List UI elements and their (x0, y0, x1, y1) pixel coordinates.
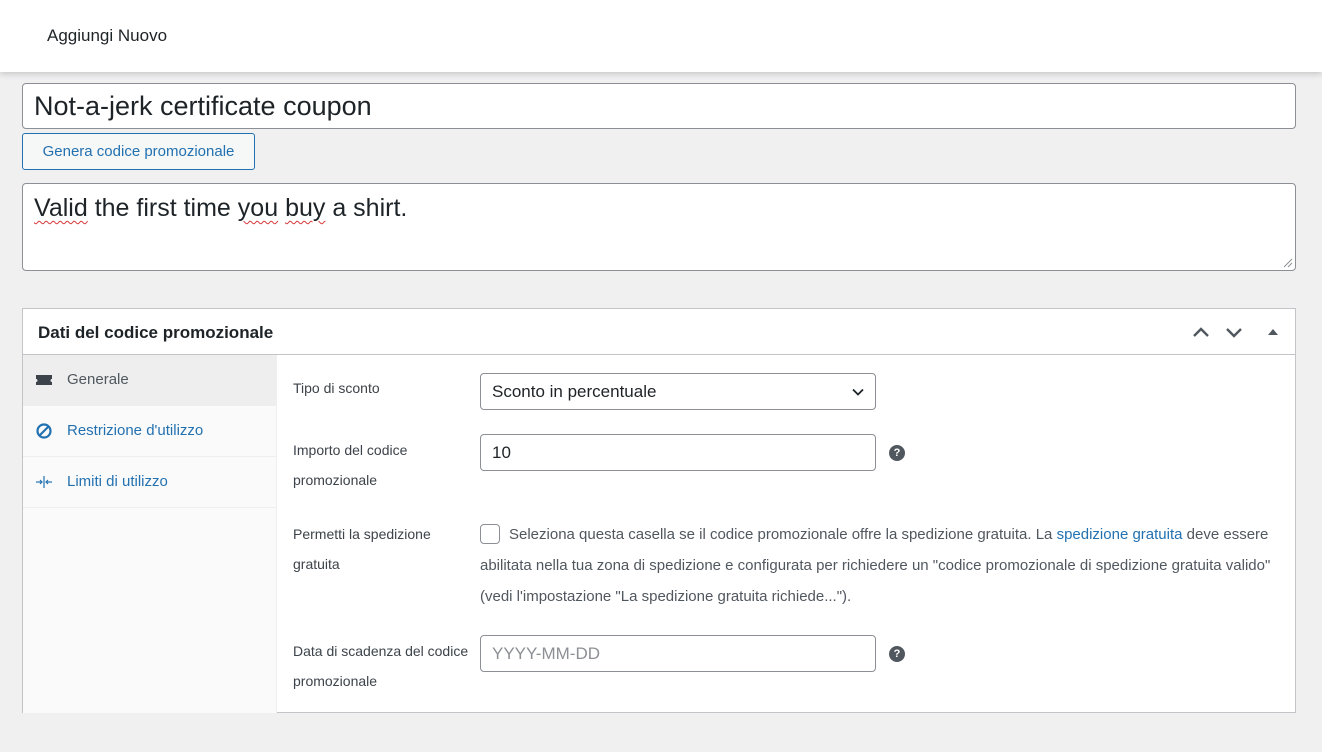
description-word: you (237, 194, 279, 222)
move-up-icon[interactable] (1190, 321, 1212, 343)
limits-icon (36, 476, 52, 488)
coupon-tabs: Generale Restrizione d'utilizzo Limiti d… (23, 355, 277, 713)
free-shipping-desc-text: Seleziona questa casella se il codice pr… (509, 526, 1057, 543)
tab-label: Limiti di utilizzo (67, 473, 168, 490)
help-icon[interactable]: ? (889, 445, 905, 461)
ticket-icon (36, 375, 52, 385)
block-icon (36, 423, 52, 439)
free-shipping-label: Permetti la spedizione (293, 526, 431, 542)
tab-label: Generale (67, 371, 129, 388)
description-text: the first time (87, 194, 238, 222)
panel-header: Dati del codice promozionale (23, 309, 1295, 355)
amount-label-cont: promozionale (293, 472, 378, 488)
tab-usage-limits[interactable]: Limiti di utilizzo (23, 457, 276, 508)
discount-type-select[interactable]: Sconto in percentuale (480, 373, 876, 410)
coupon-amount-input[interactable] (480, 434, 876, 471)
general-fields: Tipo di sconto Sconto in percentuale Imp… (278, 355, 1295, 712)
move-down-icon[interactable] (1223, 321, 1245, 343)
top-bar: Aggiungi Nuovo (0, 0, 1322, 72)
description-word: buy (285, 194, 326, 222)
expiry-date-label: Data di scadenza del codice (293, 643, 469, 659)
tab-general[interactable]: Generale (23, 355, 276, 406)
tab-label: Restrizione d'utilizzo (67, 422, 204, 439)
description-text: a shirt. (325, 194, 408, 222)
free-shipping-link[interactable]: spedizione gratuita (1057, 526, 1183, 543)
expiry-date-label-cont: promozionale (293, 673, 378, 689)
collapse-toggle-icon[interactable] (1262, 321, 1284, 343)
panel-title: Dati del codice promozionale (38, 323, 274, 342)
generate-coupon-code-button[interactable]: Genera codice promozionale (22, 133, 255, 170)
expiry-date-input[interactable] (480, 635, 876, 672)
amount-label: Importo del codice (293, 442, 408, 458)
resize-grip-icon[interactable] (1283, 258, 1293, 268)
coupon-data-panel: Dati del codice promozionale Generale Re… (22, 308, 1296, 713)
free-shipping-description: Seleziona questa casella se il codice pr… (480, 519, 1280, 612)
discount-type-label: Tipo di sconto (293, 380, 380, 396)
description-word: Valid (34, 194, 88, 222)
coupon-description-textarea[interactable]: Valid the first time you buy a shirt. (22, 183, 1296, 271)
page-title: Aggiungi Nuovo (47, 26, 168, 45)
free-shipping-label-cont: gratuita (293, 556, 340, 572)
discount-type-value: Sconto in percentuale (492, 381, 657, 401)
tab-usage-restriction[interactable]: Restrizione d'utilizzo (23, 406, 276, 457)
help-icon[interactable]: ? (889, 646, 905, 662)
chevron-down-icon (852, 388, 864, 396)
free-shipping-checkbox[interactable] (480, 524, 500, 544)
coupon-title-input[interactable] (22, 83, 1296, 129)
